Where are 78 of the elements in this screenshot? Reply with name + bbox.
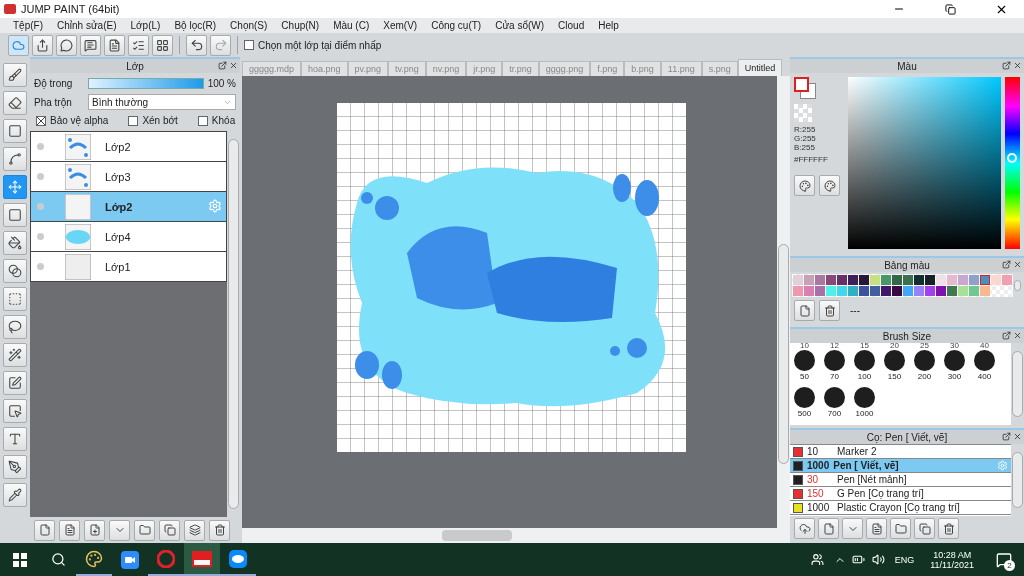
checkbox-label: Xén bớt — [142, 115, 178, 126]
brush-row[interactable]: 1000 Pen [ Viết, vẽ] — [790, 459, 1011, 473]
brush-size-option[interactable]: 50 — [790, 350, 819, 386]
menu-item[interactable]: Bộ lọc(R) — [167, 20, 224, 31]
layer-row[interactable]: Lớp1 — [30, 252, 227, 282]
brush-name: Plastic Crayon [Cọ trang trí] — [837, 502, 960, 513]
layer-name: Lớp1 — [105, 260, 131, 273]
brush-name: Marker 2 — [837, 446, 877, 457]
blend-dropdown[interactable]: Bình thường — [88, 94, 236, 110]
brush-name: Pen [ Viết, vẽ] — [833, 460, 899, 471]
window-title: JUMP PAINT (64bit) — [21, 3, 121, 15]
layer-row[interactable]: Lớp4 — [30, 222, 227, 252]
size-label: 30 — [949, 343, 960, 349]
brush-size-option[interactable]: 200 — [910, 350, 939, 386]
layer-row[interactable]: Lớp2 — [30, 132, 227, 162]
brush-size-option[interactable]: 500 — [790, 387, 819, 423]
notification-badge: 2 — [1004, 559, 1015, 571]
swatch-separator-text: --- — [850, 305, 860, 316]
menu-item[interactable]: Màu (C) — [326, 20, 377, 31]
layer-name: Lớp2 — [105, 140, 131, 153]
brush-row[interactable]: 30 Pen [Nét mảnh] — [790, 473, 1011, 487]
brush-name: Pen [Nét mảnh] — [837, 474, 907, 485]
size-label: 15 — [859, 343, 870, 349]
brush-row[interactable]: 150 G Pen [Cọ trang trí] — [790, 487, 1011, 501]
menu-item[interactable]: Cloud — [551, 20, 592, 31]
checkbox-label: Chọn một lớp tại điểm nhấp — [258, 39, 382, 51]
brush-size-option[interactable]: 400 — [970, 350, 999, 386]
layer-row[interactable]: Lớp2 — [30, 192, 227, 222]
panel-title: Cọ: Pen [ Viết, vẽ] — [866, 431, 948, 443]
menu-item[interactable]: Chọn(S) — [223, 20, 275, 31]
clock[interactable]: 10:28 AM 11/11/2021 — [920, 549, 984, 570]
language-indicator[interactable]: ENG — [888, 554, 921, 565]
brush-name: G Pen [Cọ trang trí] — [837, 488, 924, 499]
brush-row[interactable]: 1000 Plastic Crayon [Cọ trang trí] — [790, 501, 1011, 515]
opacity-label: Độ trong — [34, 78, 74, 89]
checkbox-label: Khóa — [211, 115, 236, 126]
opacity-value: 100 % — [207, 78, 236, 89]
brush-size: 30 — [807, 474, 820, 485]
rgb-value: B:255 — [794, 143, 816, 152]
panel-title: Brush Size — [882, 330, 932, 342]
layer-name: Lớp4 — [105, 230, 131, 243]
menu-item[interactable]: Công cụ(T) — [424, 20, 489, 31]
menu-item[interactable]: Chỉnh sửa(E) — [50, 20, 124, 31]
checkbox-label: Bảo vệ alpha — [50, 115, 109, 126]
layer-name: Lớp3 — [105, 170, 131, 183]
menu-item[interactable]: Cửa sổ(W) — [488, 20, 552, 31]
brush-size-option[interactable]: 100 — [850, 350, 879, 386]
rgb-value: R:255 — [794, 125, 817, 134]
panel-title: Lớp — [126, 60, 144, 72]
layer-name: Lớp2 — [105, 200, 133, 213]
brush-size-option[interactable]: 70 — [820, 350, 849, 386]
menu-item[interactable]: Lớp(L) — [123, 20, 168, 31]
size-label: 20 — [889, 343, 900, 349]
hex-value: #FFFFFF — [794, 155, 829, 164]
size-label: 10 — [799, 343, 810, 349]
panel-title: Màu — [897, 60, 917, 72]
brush-size: 1000 — [807, 502, 831, 513]
menu-item[interactable]: Chụp(N) — [274, 20, 327, 31]
brush-size-option[interactable]: 300 — [940, 350, 969, 386]
brush-size-option[interactable]: 150 — [880, 350, 909, 386]
brush-row[interactable]: 10 Marker 2 — [790, 445, 1011, 459]
document-tab[interactable]: Untitled — [737, 59, 783, 76]
menu-item[interactable]: Tệp(F) — [6, 20, 50, 31]
rgb-value: G:255 — [794, 134, 817, 143]
layer-row[interactable]: Lớp3 — [30, 162, 227, 192]
size-label: 40 — [979, 343, 990, 349]
brush-size: 10 — [807, 446, 820, 457]
brush-size-option[interactable]: 1000 — [850, 387, 879, 423]
notification-button[interactable]: 2 — [984, 543, 1024, 576]
size-label: 12 — [829, 343, 840, 349]
brush-size: 1000 — [807, 460, 830, 471]
blend-label: Pha trộn — [34, 96, 73, 108]
size-label: 25 — [919, 343, 930, 349]
menu-item[interactable]: Help — [591, 20, 626, 31]
brush-size: 150 — [807, 488, 825, 499]
panel-title: Bảng màu — [884, 259, 930, 271]
brush-size-option[interactable]: 700 — [820, 387, 849, 423]
menu-item[interactable]: Xem(V) — [376, 20, 425, 31]
